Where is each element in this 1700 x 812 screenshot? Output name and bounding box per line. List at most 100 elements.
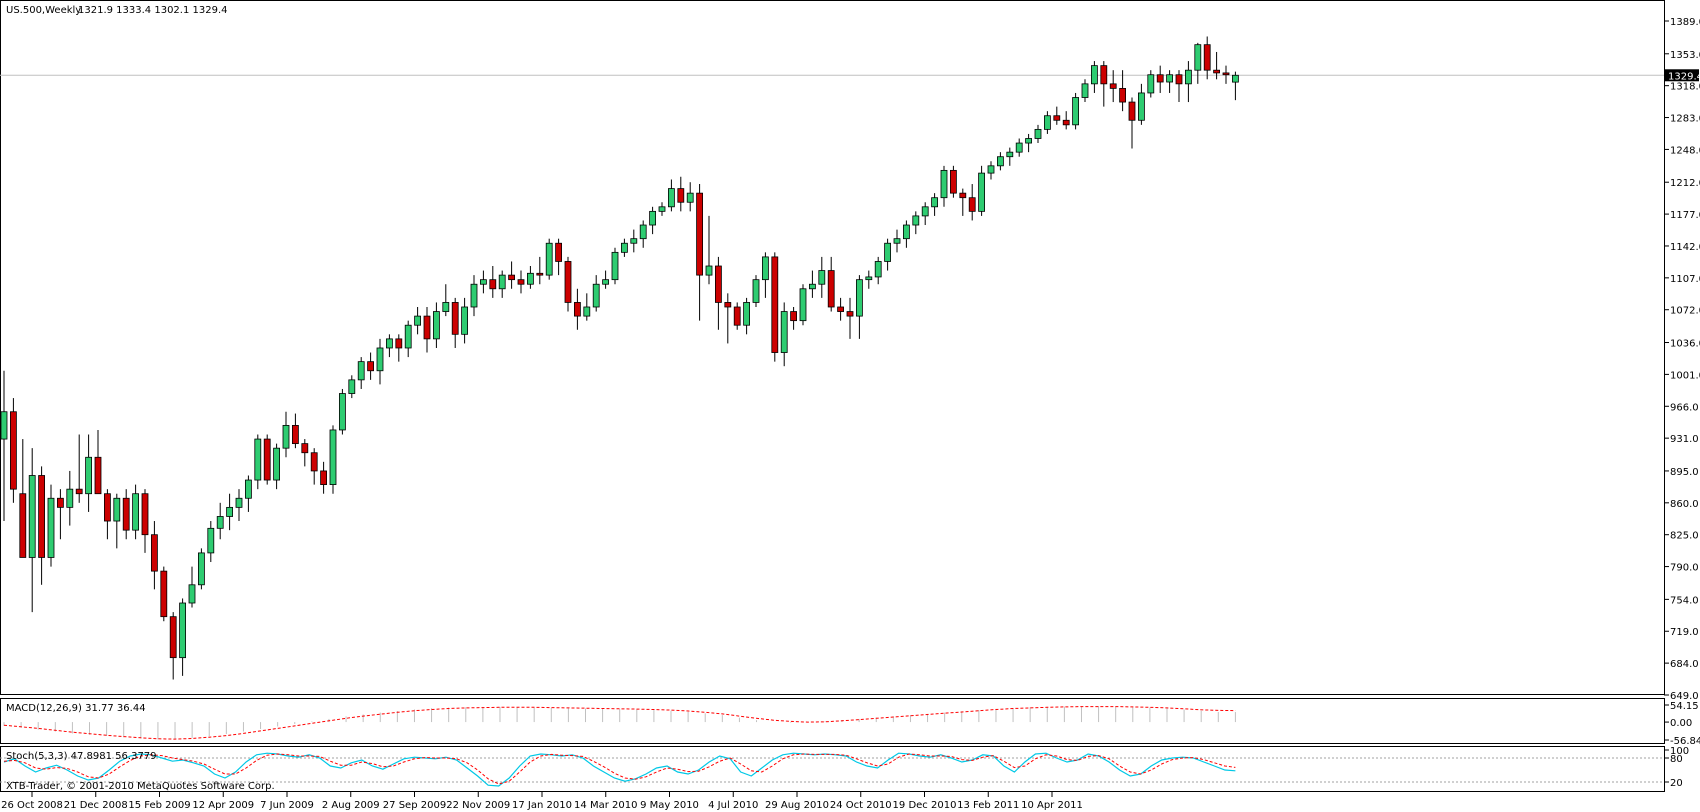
candle-bull	[179, 602, 187, 659]
price-axis: 1389.0 1353.0 1318.0 1283.0 1248.0 1212.0 1177…	[0, 17, 1700, 702]
candle-bear	[489, 279, 497, 290]
candle-bear	[733, 306, 741, 326]
candle-bull	[818, 270, 826, 285]
candle-bear	[950, 169, 957, 194]
price-tick-label: 1318.0	[1670, 82, 1700, 93]
time-tick-label: 7 Jun 2009	[260, 800, 314, 811]
time-tick-label: 26 Oct 2008	[1, 800, 63, 811]
candle-bull	[442, 302, 450, 312]
candle-bull	[1194, 44, 1202, 71]
time-tick-label: 10 Apr 2011	[1021, 800, 1083, 811]
candle-bear	[75, 488, 83, 495]
time-tick-label: 9 May 2010	[640, 800, 699, 811]
chart-canvas: 1389.0 1353.0 1318.0 1283.0 1248.0 1212.0 1177…	[0, 0, 1700, 811]
candle-bear	[827, 270, 835, 308]
candle-bear	[846, 311, 854, 317]
candle-bull	[432, 311, 440, 340]
candle-bull	[1034, 128, 1042, 139]
candle-bear	[724, 302, 732, 308]
candle-bull	[1091, 65, 1098, 85]
candle-bull	[912, 215, 920, 226]
candle-bull	[799, 288, 807, 322]
macd-tick-label: 54.15	[1670, 701, 1699, 712]
price-tick-label: 754.0	[1670, 595, 1699, 606]
candle-bear	[320, 470, 328, 486]
price-tick-label: 825.0	[1670, 531, 1699, 542]
candle-bear	[1222, 72, 1230, 76]
time-tick-label: 13 Feb 2011	[957, 800, 1019, 811]
price-tick-label: 1001.0	[1670, 370, 1700, 381]
candle-bull	[639, 224, 647, 240]
candle-bull	[856, 279, 863, 317]
candle-bull	[28, 475, 36, 558]
price-tick-label: 1036.0	[1670, 339, 1700, 350]
candle-bull	[244, 479, 252, 499]
candle-bull	[385, 338, 393, 349]
candle-bear	[555, 242, 562, 262]
candle-bear	[1128, 101, 1136, 121]
candle-bull	[621, 242, 628, 253]
candle-bull	[113, 497, 121, 522]
candle-bull	[940, 169, 948, 199]
candle-bull	[668, 188, 675, 208]
candle-bull	[329, 429, 337, 486]
copyright-text: XTB-Trader, © 2001-2010 MetaQuotes Softw…	[6, 781, 275, 792]
candle-bull	[1072, 97, 1079, 126]
candle-bull	[630, 238, 638, 244]
price-tick-label: 1283.0	[1670, 114, 1700, 125]
candle-bull	[987, 165, 995, 174]
candle-bull	[997, 156, 1004, 167]
candle-bear	[1175, 74, 1183, 85]
time-tick-label: 21 Dec 2008	[64, 800, 128, 811]
candle-bull	[348, 379, 356, 394]
candle-bull	[216, 516, 224, 529]
candle-bull	[686, 192, 694, 203]
candle-bear	[423, 315, 431, 340]
candle-bull	[931, 197, 938, 208]
candle-bear	[1053, 115, 1061, 121]
time-tick-label: 19 Dec 2010	[893, 800, 957, 811]
current-price-label: 1329.4	[1668, 71, 1700, 82]
candle-bear	[715, 265, 722, 303]
candle-bear	[9, 411, 17, 490]
time-tick-label: 24 Oct 2010	[830, 800, 892, 811]
candle-bull	[762, 256, 769, 281]
candle-bear	[310, 452, 318, 472]
candle-bull	[1185, 69, 1192, 85]
candle-bull	[404, 324, 412, 349]
candle-bull	[602, 279, 609, 285]
candle-bull	[752, 279, 760, 303]
macd-tick-label: 0.00	[1670, 718, 1692, 729]
candle-bear	[122, 497, 130, 531]
candle-bull	[592, 283, 600, 308]
candle-bull	[66, 488, 74, 508]
candle-bear	[1062, 119, 1070, 126]
candle-bull	[903, 224, 910, 240]
time-tick-label: 14 Mar 2010	[574, 800, 637, 811]
chart-symbol-title: US.500,Weekly	[6, 5, 81, 16]
candle-bear	[968, 197, 976, 212]
candle-bear	[837, 306, 844, 312]
candle-bull	[743, 302, 750, 326]
candle-bull	[978, 172, 985, 212]
candle-bear	[19, 493, 27, 558]
macd-indicator: 54.150.00-56.84	[3, 701, 1700, 747]
candle-bear	[301, 443, 309, 454]
price-tick-label: 790.0	[1670, 563, 1699, 574]
candle-bull	[357, 361, 365, 381]
candle-bear	[94, 456, 102, 495]
time-axis: 26 Oct 2008 21 Dec 2008 15 Feb 2009 12 Apr …	[1, 792, 1083, 811]
stoch-tick-label: 80	[1670, 754, 1683, 765]
candle-bull	[583, 306, 591, 317]
candle-bull	[921, 206, 929, 217]
time-tick-label: 4 Jul 2010	[708, 800, 758, 811]
candle-bull	[414, 315, 422, 326]
candle-bull	[207, 527, 215, 554]
candle-bear	[1109, 83, 1117, 89]
candle-bull	[658, 206, 666, 212]
candle-bull	[1232, 74, 1239, 83]
candle-bull	[1006, 151, 1014, 158]
candle-bear	[1100, 65, 1108, 85]
time-tick-label: 29 Aug 2010	[765, 800, 829, 811]
stoch-indicator-label: Stoch(5,3,3) 47.8981 56.3779	[6, 751, 157, 762]
